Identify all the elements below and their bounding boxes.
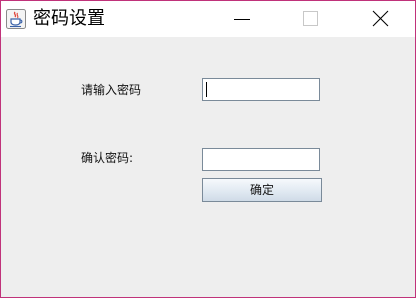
java-coffee-cup-icon bbox=[6, 9, 26, 29]
minimize-icon bbox=[234, 19, 250, 20]
form-panel: 请输入密码 确认密码: 确定 bbox=[1, 37, 415, 297]
password-settings-window: 密码设置 请输入密码 确认密码: 确定 bbox=[0, 0, 416, 298]
password-label: 请输入密码 bbox=[81, 83, 142, 97]
title-bar[interactable]: 密码设置 bbox=[1, 1, 415, 37]
confirm-password-input[interactable] bbox=[202, 148, 320, 171]
maximize-button[interactable] bbox=[287, 1, 333, 37]
confirm-password-label: 确认密码: bbox=[81, 151, 134, 165]
close-icon bbox=[372, 10, 389, 27]
close-button[interactable] bbox=[357, 1, 403, 37]
text-caret bbox=[206, 82, 207, 97]
password-input[interactable] bbox=[202, 78, 320, 101]
confirm-button[interactable]: 确定 bbox=[202, 178, 322, 202]
minimize-button[interactable] bbox=[219, 1, 265, 37]
maximize-icon bbox=[303, 11, 318, 26]
window-title: 密码设置 bbox=[33, 8, 105, 29]
